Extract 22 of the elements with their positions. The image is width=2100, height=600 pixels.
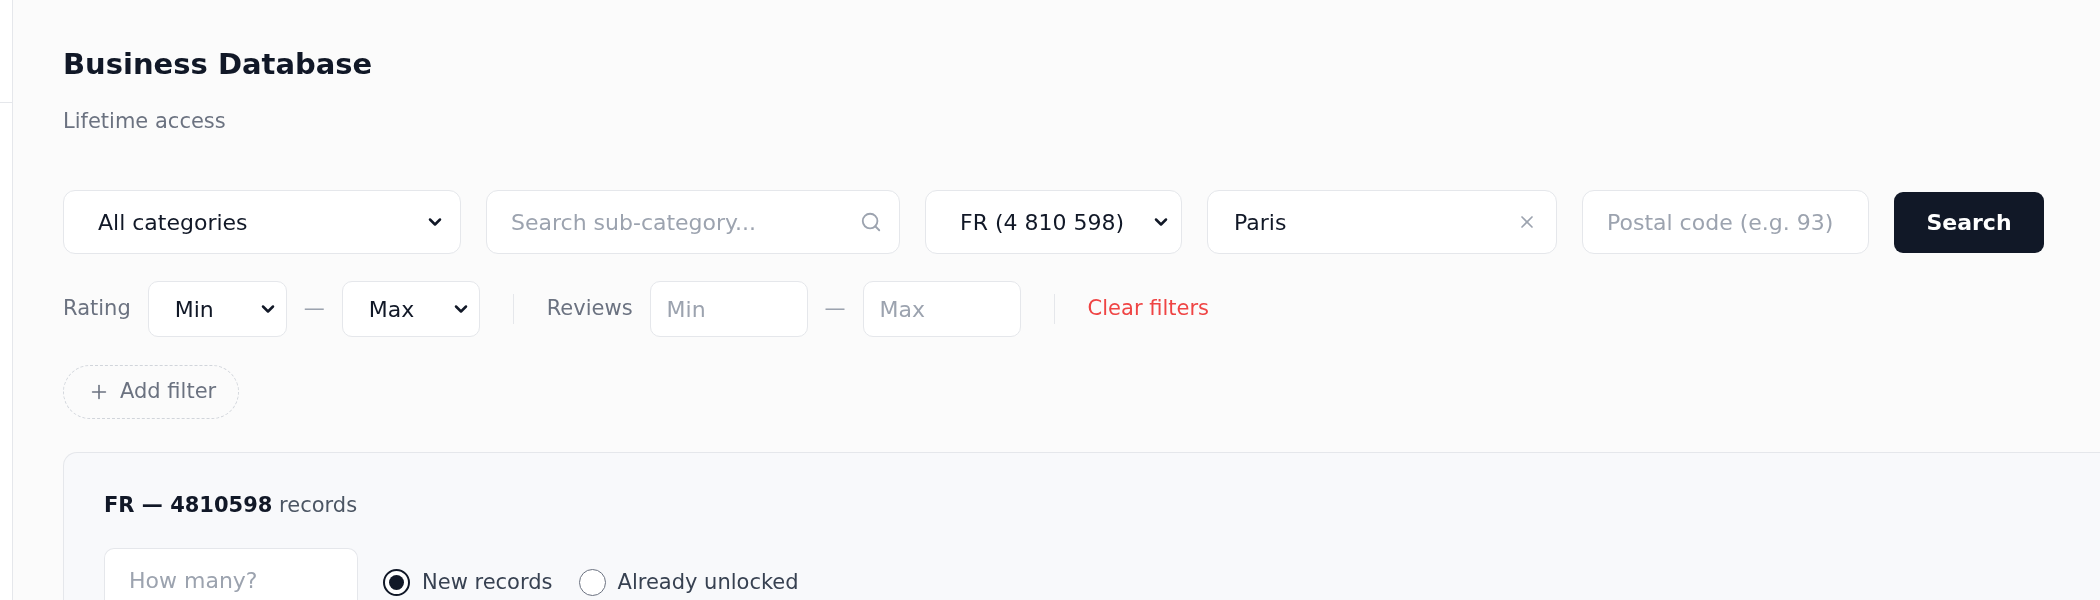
page-title: Business Database (63, 46, 373, 83)
radio-option[interactable]: Already unlocked (578, 567, 799, 599)
radio-option[interactable]: New records (383, 567, 553, 599)
country-select[interactable]: FR (4 810 598) (925, 190, 1182, 254)
reviews-min-field[interactable]: Min (649, 281, 808, 337)
reviews-label: Reviews (546, 295, 633, 323)
city-field[interactable]: Paris (1207, 190, 1557, 254)
reviews-max-field[interactable]: Max (862, 281, 1021, 337)
rating-max-select[interactable]: Max (341, 281, 480, 337)
page-subtitle: Lifetime access (63, 108, 226, 135)
category-select[interactable]: All categories (63, 190, 461, 254)
range-dash: — (303, 295, 325, 323)
subcategory-search-field[interactable]: Search sub-category... (486, 190, 900, 254)
search-icon (860, 211, 882, 233)
rating-min-select[interactable]: Min (147, 281, 287, 337)
clear-filters-link[interactable]: Clear filters (1087, 293, 1209, 325)
postal-code-field[interactable]: Postal code (e.g. 93) (1582, 190, 1869, 254)
search-button[interactable]: Search (1894, 191, 2044, 253)
quantity-field[interactable]: How many? (104, 548, 358, 600)
records-summary: FR — 4810598 records (104, 492, 358, 519)
rating-label: Rating (63, 295, 131, 323)
range-dash: — (824, 295, 846, 323)
